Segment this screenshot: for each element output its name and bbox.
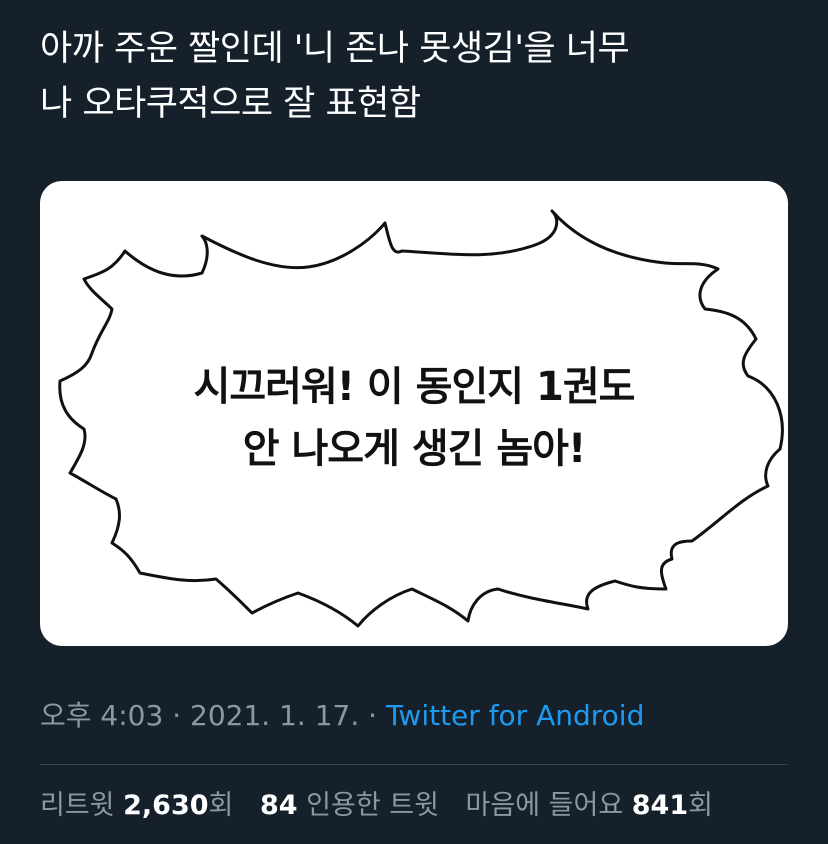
- tweet-date[interactable]: 2021. 1. 17.: [190, 699, 359, 732]
- tweet-time[interactable]: 오후 4:03: [40, 699, 163, 732]
- speech-bubble-line-1: 시끄러워! 이 동인지 1권도: [193, 364, 636, 410]
- tweet-source-link[interactable]: Twitter for Android: [386, 699, 644, 732]
- tweet-stats: 리트윗 2,630회 84 인용한 트윗 마음에 들어요 841회: [40, 786, 731, 826]
- like-stat[interactable]: 마음에 들어요 841회: [466, 790, 713, 821]
- meta-separator: ·: [172, 699, 182, 732]
- tweet-text: 아까 주운 짤인데 '니 존나 못생김'을 너무 나 오타쿠적으로 잘 표현함: [40, 22, 790, 132]
- retweet-stat[interactable]: 리트윗 2,630회: [40, 790, 233, 821]
- retweet-unit: 회: [208, 790, 234, 821]
- like-label: 마음에 들어요: [465, 790, 624, 821]
- quote-stat[interactable]: 84 인용한 트윗: [260, 790, 439, 821]
- retweet-label: 리트윗: [40, 790, 115, 821]
- like-count: 841: [631, 790, 689, 821]
- speech-bubble-text: 시끄러워! 이 동인지 1권도 안 나오게 생긴 놈아!: [40, 356, 788, 480]
- divider: [40, 764, 788, 765]
- speech-bubble-line-2: 안 나오게 생긴 놈아!: [242, 426, 586, 472]
- tweet-text-line-2: 나 오타쿠적으로 잘 표현함: [40, 84, 421, 124]
- tweet-image[interactable]: 시끄러워! 이 동인지 1권도 안 나오게 생긴 놈아!: [40, 181, 788, 646]
- tweet-text-line-1: 아까 주운 짤인데 '니 존나 못생김'을 너무: [40, 29, 630, 69]
- tweet-meta: 오후 4:03 · 2021. 1. 17. · Twitter for And…: [40, 696, 644, 736]
- quote-count: 84: [259, 790, 298, 821]
- meta-separator-2: ·: [368, 699, 378, 732]
- retweet-count: 2,630: [123, 790, 209, 821]
- like-unit: 회: [688, 790, 713, 821]
- quote-label: 인용한 트윗: [306, 790, 439, 821]
